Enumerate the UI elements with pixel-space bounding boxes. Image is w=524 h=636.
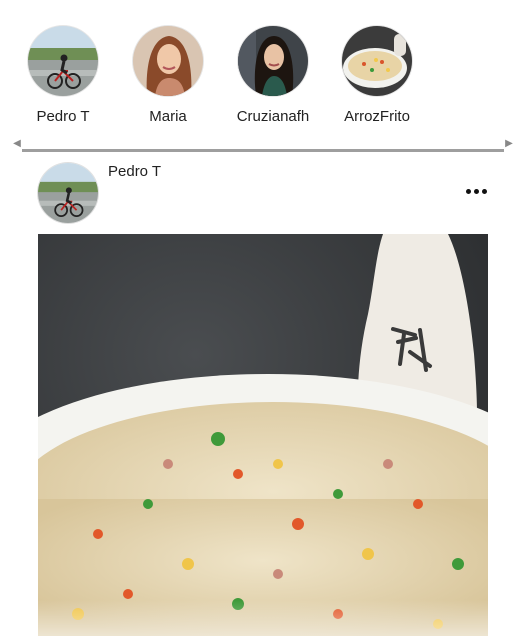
fried-rice-photo-icon bbox=[342, 26, 412, 96]
post-image[interactable] bbox=[38, 234, 488, 636]
story-avatar-cruzianafh bbox=[238, 26, 308, 96]
story-pedro-t[interactable]: Pedro T bbox=[13, 26, 113, 136]
post-author-avatar[interactable] bbox=[38, 163, 98, 223]
post-header: Pedro T bbox=[38, 163, 488, 225]
story-cruzianafh[interactable]: Cruzianafh bbox=[223, 26, 323, 136]
scroll-right-arrow-icon[interactable]: ▶ bbox=[504, 138, 514, 150]
story-avatar-pedro-t bbox=[28, 26, 98, 96]
woman-portrait-photo-icon bbox=[133, 26, 203, 96]
story-maria[interactable]: Maria bbox=[118, 26, 218, 136]
fried-rice-photo-icon bbox=[38, 234, 488, 636]
scrollbar-thumb[interactable] bbox=[22, 149, 504, 152]
more-options-icon[interactable] bbox=[462, 181, 490, 201]
woman-portrait-photo-icon bbox=[238, 26, 308, 96]
stories-bar: Pedro T Maria Cruzianafh ArrozFrito bbox=[0, 0, 524, 140]
story-name: ArrozFrito bbox=[344, 108, 410, 125]
scroll-left-arrow-icon[interactable]: ◀ bbox=[12, 138, 22, 150]
story-name: Cruzianafh bbox=[236, 108, 310, 125]
post-author-name[interactable]: Pedro T bbox=[108, 163, 161, 180]
story-arrozfrito[interactable]: ArrozFrito bbox=[327, 26, 427, 136]
story-name: Pedro T bbox=[36, 108, 90, 125]
cyclist-photo-icon bbox=[28, 26, 98, 96]
story-avatar-maria bbox=[133, 26, 203, 96]
cyclist-photo-icon bbox=[38, 163, 98, 223]
story-name: Maria bbox=[149, 108, 187, 125]
story-avatar-arrozfrito bbox=[342, 26, 412, 96]
stories-scrollbar[interactable]: ◀ ▶ bbox=[12, 136, 514, 152]
